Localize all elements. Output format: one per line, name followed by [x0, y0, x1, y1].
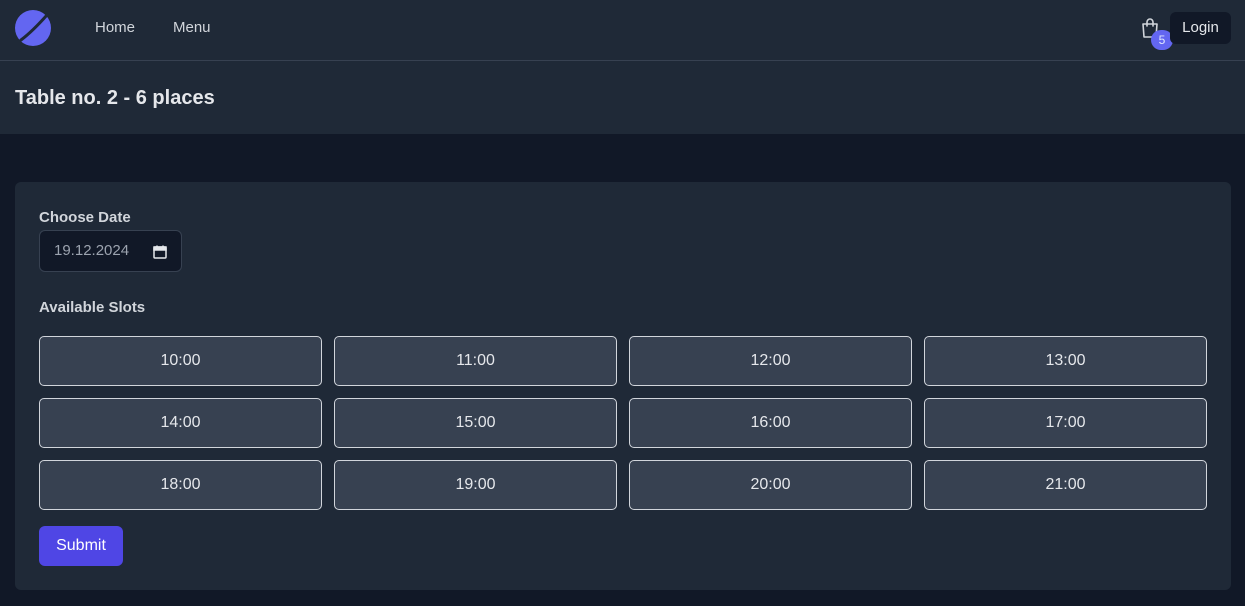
slot-button[interactable]: 13:00 [924, 336, 1207, 386]
slot-button[interactable]: 11:00 [334, 336, 617, 386]
reservation-card: Choose Date 19.12.2024 Available Slots 1… [15, 182, 1231, 590]
submit-button[interactable]: Submit [39, 526, 123, 566]
slot-button[interactable]: 17:00 [924, 398, 1207, 448]
slot-button[interactable]: 21:00 [924, 460, 1207, 510]
nav-link-home[interactable]: Home [95, 19, 135, 37]
logo-icon[interactable] [15, 10, 51, 46]
slot-button[interactable]: 16:00 [629, 398, 912, 448]
page-header: Table no. 2 - 6 places [0, 61, 1245, 134]
slot-button[interactable]: 14:00 [39, 398, 322, 448]
page-title: Table no. 2 - 6 places [15, 87, 215, 109]
slot-button[interactable]: 20:00 [629, 460, 912, 510]
navbar: Home Menu 5 Login [0, 0, 1245, 61]
slot-button[interactable]: 15:00 [334, 398, 617, 448]
available-slots-label: Available Slots [39, 299, 146, 316]
nav-link-menu[interactable]: Menu [173, 19, 211, 37]
date-value: 19.12.2024 [54, 242, 130, 259]
slot-button[interactable]: 19:00 [334, 460, 617, 510]
slot-button[interactable]: 12:00 [629, 336, 912, 386]
calendar-icon[interactable] [152, 244, 168, 260]
slot-button[interactable]: 10:00 [39, 336, 322, 386]
slot-grid: 10:00 11:00 12:00 13:00 14:00 15:00 16:0… [39, 336, 1207, 510]
date-input[interactable]: 19.12.2024 [39, 230, 182, 272]
choose-date-label: Choose Date [39, 209, 131, 226]
login-button[interactable]: Login [1170, 12, 1231, 44]
slot-button[interactable]: 18:00 [39, 460, 322, 510]
